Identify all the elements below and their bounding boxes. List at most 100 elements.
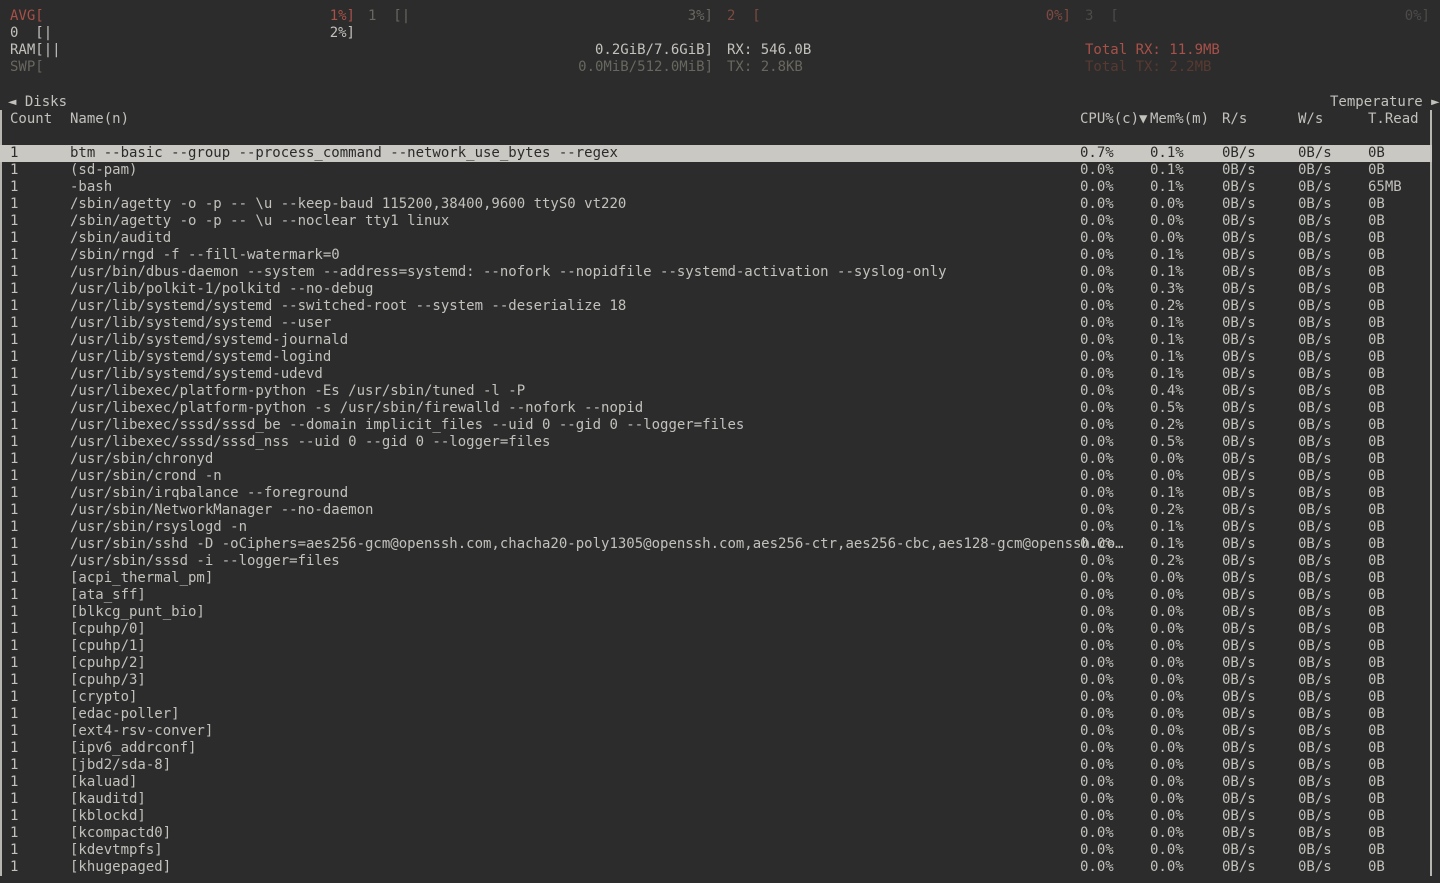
process-mem-pct: 0.5% [1150,400,1184,417]
process-row[interactable]: 1[jbd2/sda-8]0.0%0.0%0B/s0B/s0B [0,757,1432,774]
column-header-name[interactable]: Name(n) [70,111,129,128]
process-row[interactable]: 1/usr/lib/polkit-1/polkitd --no-debug0.0… [0,281,1432,298]
process-row[interactable]: 1[crypto]0.0%0.0%0B/s0B/s0B [0,689,1432,706]
process-mem-pct: 0.2% [1150,298,1184,315]
process-total-read: 0B [1368,349,1385,366]
process-row[interactable]: 1[ext4-rsv-conver]0.0%0.0%0B/s0B/s0B [0,723,1432,740]
column-header-count[interactable]: Count [10,111,52,128]
process-cpu-pct: 0.0% [1080,791,1114,808]
process-row[interactable]: 1[cpuhp/0]0.0%0.0%0B/s0B/s0B [0,621,1432,638]
process-row[interactable]: 1/usr/sbin/crond -n0.0%0.0%0B/s0B/s0B [0,468,1432,485]
tab-nav-disks[interactable]: ◄ Disks [8,94,67,111]
process-count: 1 [10,621,18,638]
process-total-read: 0B [1368,400,1385,417]
process-write-rate: 0B/s [1298,672,1332,689]
process-row[interactable]: 1[kcompactd0]0.0%0.0%0B/s0B/s0B [0,825,1432,842]
process-row[interactable]: 1/usr/libexec/sssd/sssd_be --domain impl… [0,417,1432,434]
process-row[interactable]: 1[cpuhp/3]0.0%0.0%0B/s0B/s0B [0,672,1432,689]
process-row[interactable]: 1-bash0.0%0.1%0B/s0B/s65MB [0,179,1432,196]
process-write-rate: 0B/s [1298,689,1332,706]
process-read-rate: 0B/s [1222,808,1256,825]
process-row[interactable]: 1/usr/libexec/platform-python -Es /usr/s… [0,383,1432,400]
process-mem-pct: 0.0% [1150,825,1184,842]
process-write-rate: 0B/s [1298,536,1332,553]
process-read-rate: 0B/s [1222,672,1256,689]
process-cpu-pct: 0.0% [1080,519,1114,536]
process-row[interactable]: 1/sbin/agetty -o -p -- \u --noclear tty1… [0,213,1432,230]
process-count: 1 [10,757,18,774]
process-read-rate: 0B/s [1222,281,1256,298]
process-row[interactable]: 1/sbin/auditd0.0%0.0%0B/s0B/s0B [0,230,1432,247]
process-row[interactable]: 1[khugepaged]0.0%0.0%0B/s0B/s0B [0,859,1432,876]
process-row[interactable]: 1/usr/lib/systemd/systemd --switched-roo… [0,298,1432,315]
column-header-mem[interactable]: Mem%(m) [1150,111,1209,128]
process-count: 1 [10,230,18,247]
process-row[interactable]: 1[kblockd]0.0%0.0%0B/s0B/s0B [0,808,1432,825]
tab-nav-temperature[interactable]: Temperature ► [1330,94,1440,111]
process-read-rate: 0B/s [1222,162,1256,179]
process-command: [cpuhp/2] [70,655,146,672]
process-read-rate: 0B/s [1222,553,1256,570]
process-command: /usr/sbin/sshd -D -oCiphers=aes256-gcm@o… [70,536,1124,553]
process-mem-pct: 0.0% [1150,570,1184,587]
process-row[interactable]: 1/usr/lib/systemd/systemd-udevd0.0%0.1%0… [0,366,1432,383]
process-write-rate: 0B/s [1298,638,1332,655]
process-row[interactable]: 1/sbin/rngd -f --fill-watermark=00.0%0.1… [0,247,1432,264]
process-command: /usr/libexec/sssd/sssd_be --domain impli… [70,417,744,434]
process-command: [acpi_thermal_pm] [70,570,213,587]
process-row[interactable]: 1[cpuhp/1]0.0%0.0%0B/s0B/s0B [0,638,1432,655]
process-cpu-pct: 0.0% [1080,502,1114,519]
column-header-read-per-sec[interactable]: R/s [1222,111,1247,128]
process-mem-pct: 0.0% [1150,230,1184,247]
process-row[interactable]: 1[ipv6_addrconf]0.0%0.0%0B/s0B/s0B [0,740,1432,757]
process-row[interactable]: 1[kauditd]0.0%0.0%0B/s0B/s0B [0,791,1432,808]
process-row[interactable]: 1/usr/sbin/chronyd0.0%0.0%0B/s0B/s0B [0,451,1432,468]
process-row[interactable]: 1/usr/sbin/NetworkManager --no-daemon0.0… [0,502,1432,519]
process-write-rate: 0B/s [1298,791,1332,808]
process-row[interactable]: 1/usr/sbin/rsyslogd -n0.0%0.1%0B/s0B/s0B [0,519,1432,536]
process-row[interactable]: 1/usr/sbin/irqbalance --foreground0.0%0.… [0,485,1432,502]
process-row[interactable]: 1/usr/lib/systemd/systemd-logind0.0%0.1%… [0,349,1432,366]
process-command: /sbin/agetty -o -p -- \u --keep-baud 115… [70,196,626,213]
process-count: 1 [10,723,18,740]
process-row[interactable]: 1[cpuhp/2]0.0%0.0%0B/s0B/s0B [0,655,1432,672]
process-cpu-pct: 0.0% [1080,825,1114,842]
process-row[interactable]: 1[acpi_thermal_pm]0.0%0.0%0B/s0B/s0B [0,570,1432,587]
process-command: /usr/lib/systemd/systemd-logind [70,349,331,366]
process-row[interactable]: 1/sbin/agetty -o -p -- \u --keep-baud 11… [0,196,1432,213]
column-header-total-read[interactable]: T.Read [1368,111,1419,128]
process-row[interactable]: 1/usr/bin/dbus-daemon --system --address… [0,264,1432,281]
process-row[interactable]: 1[edac-poller]0.0%0.0%0B/s0B/s0B [0,706,1432,723]
process-row[interactable]: 1/usr/libexec/platform-python -s /usr/sb… [0,400,1432,417]
column-header-cpu-sort-desc[interactable]: CPU%(c)▼ [1080,111,1147,128]
process-row[interactable]: 1/usr/sbin/sssd -i --logger=files0.0%0.2… [0,553,1432,570]
process-row[interactable]: 1/usr/sbin/sshd -D -oCiphers=aes256-gcm@… [0,536,1432,553]
process-command: [ipv6_addrconf] [70,740,196,757]
process-cpu-pct: 0.0% [1080,570,1114,587]
process-row[interactable]: 1btm --basic --group --process_command -… [0,145,1432,162]
process-read-rate: 0B/s [1222,451,1256,468]
process-read-rate: 0B/s [1222,638,1256,655]
process-row[interactable]: 1/usr/libexec/sssd/sssd_nss --uid 0 --gi… [0,434,1432,451]
process-command: /usr/sbin/irqbalance --foreground [70,485,348,502]
process-read-rate: 0B/s [1222,196,1256,213]
process-total-read: 0B [1368,808,1385,825]
column-header-write-per-sec[interactable]: W/s [1298,111,1323,128]
process-row[interactable]: 1[blkcg_punt_bio]0.0%0.0%0B/s0B/s0B [0,604,1432,621]
process-row[interactable]: 1[kdevtmpfs]0.0%0.0%0B/s0B/s0B [0,842,1432,859]
process-total-read: 0B [1368,825,1385,842]
process-mem-pct: 0.0% [1150,689,1184,706]
process-row[interactable]: 1[ata_sff]0.0%0.0%0B/s0B/s0B [0,587,1432,604]
process-row[interactable]: 1(sd-pam)0.0%0.1%0B/s0B/s0B [0,162,1432,179]
process-read-rate: 0B/s [1222,502,1256,519]
process-row[interactable]: 1[kaluad]0.0%0.0%0B/s0B/s0B [0,774,1432,791]
process-row[interactable]: 1/usr/lib/systemd/systemd --user0.0%0.1%… [0,315,1432,332]
process-command: [ata_sff] [70,587,146,604]
process-read-rate: 0B/s [1222,519,1256,536]
process-mem-pct: 0.1% [1150,315,1184,332]
process-mem-pct: 0.1% [1150,349,1184,366]
process-read-rate: 0B/s [1222,842,1256,859]
process-total-read: 0B [1368,213,1385,230]
process-row[interactable]: 1/usr/lib/systemd/systemd-journald0.0%0.… [0,332,1432,349]
process-total-read: 0B [1368,672,1385,689]
